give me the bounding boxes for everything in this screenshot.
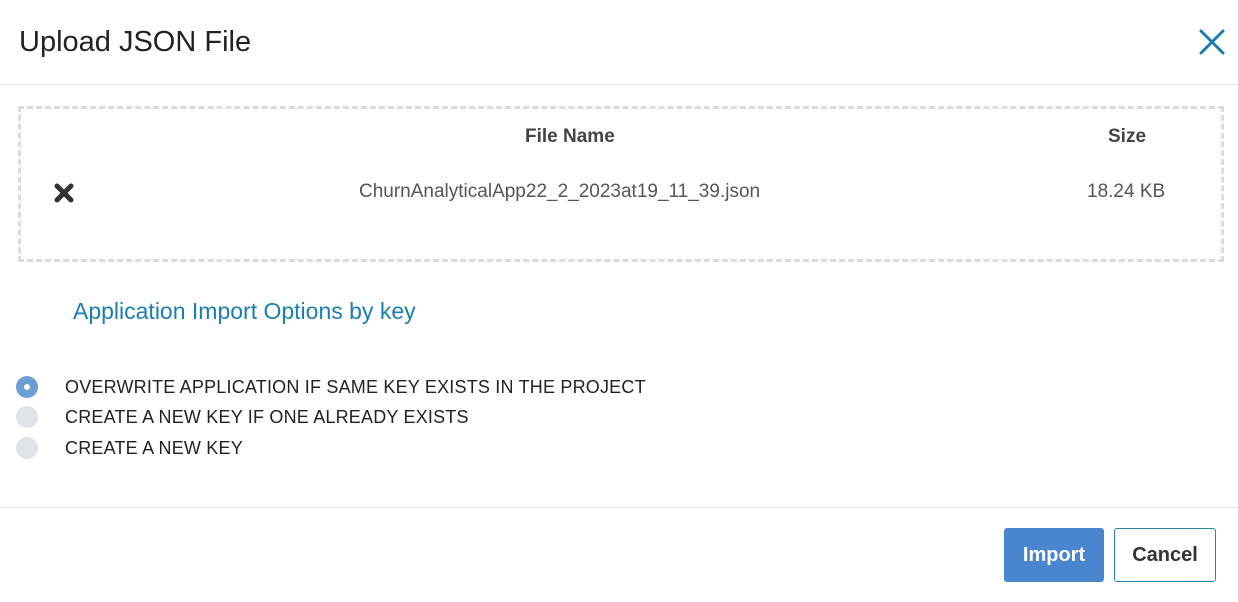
upload-json-dialog: Upload JSON File File Name Size ChurnAna… xyxy=(0,0,1238,602)
option-create-new-key[interactable]: CREATE A NEW KEY xyxy=(16,435,243,461)
file-size-cell: 18.24 KB xyxy=(1087,181,1166,202)
close-icon[interactable] xyxy=(1196,26,1228,58)
radio-button[interactable] xyxy=(16,437,38,459)
radio-button[interactable] xyxy=(16,406,38,428)
import-options-title: Application Import Options by key xyxy=(73,298,416,324)
import-button[interactable]: Import xyxy=(1004,528,1104,582)
file-name-column-header: File Name xyxy=(525,126,615,147)
option-create-new-key-if-exists[interactable]: CREATE A NEW KEY IF ONE ALREADY EXISTS xyxy=(16,404,469,430)
option-overwrite[interactable]: OVERWRITE APPLICATION IF SAME KEY EXISTS… xyxy=(16,374,646,400)
option-label: CREATE A NEW KEY xyxy=(65,438,243,458)
size-column-header: Size xyxy=(1108,126,1147,147)
option-label: OVERWRITE APPLICATION IF SAME KEY EXISTS… xyxy=(65,377,646,397)
dialog-title: Upload JSON File xyxy=(19,26,252,58)
option-label: CREATE A NEW KEY IF ONE ALREADY EXISTS xyxy=(65,407,469,427)
file-name-cell: ChurnAnalyticalApp22_2_2023at19_11_39.js… xyxy=(359,181,761,202)
radio-button-selected[interactable] xyxy=(16,376,38,398)
remove-icon[interactable] xyxy=(52,181,76,205)
dialog-header: Upload JSON File xyxy=(0,0,1238,85)
cancel-button[interactable]: Cancel xyxy=(1114,528,1216,582)
